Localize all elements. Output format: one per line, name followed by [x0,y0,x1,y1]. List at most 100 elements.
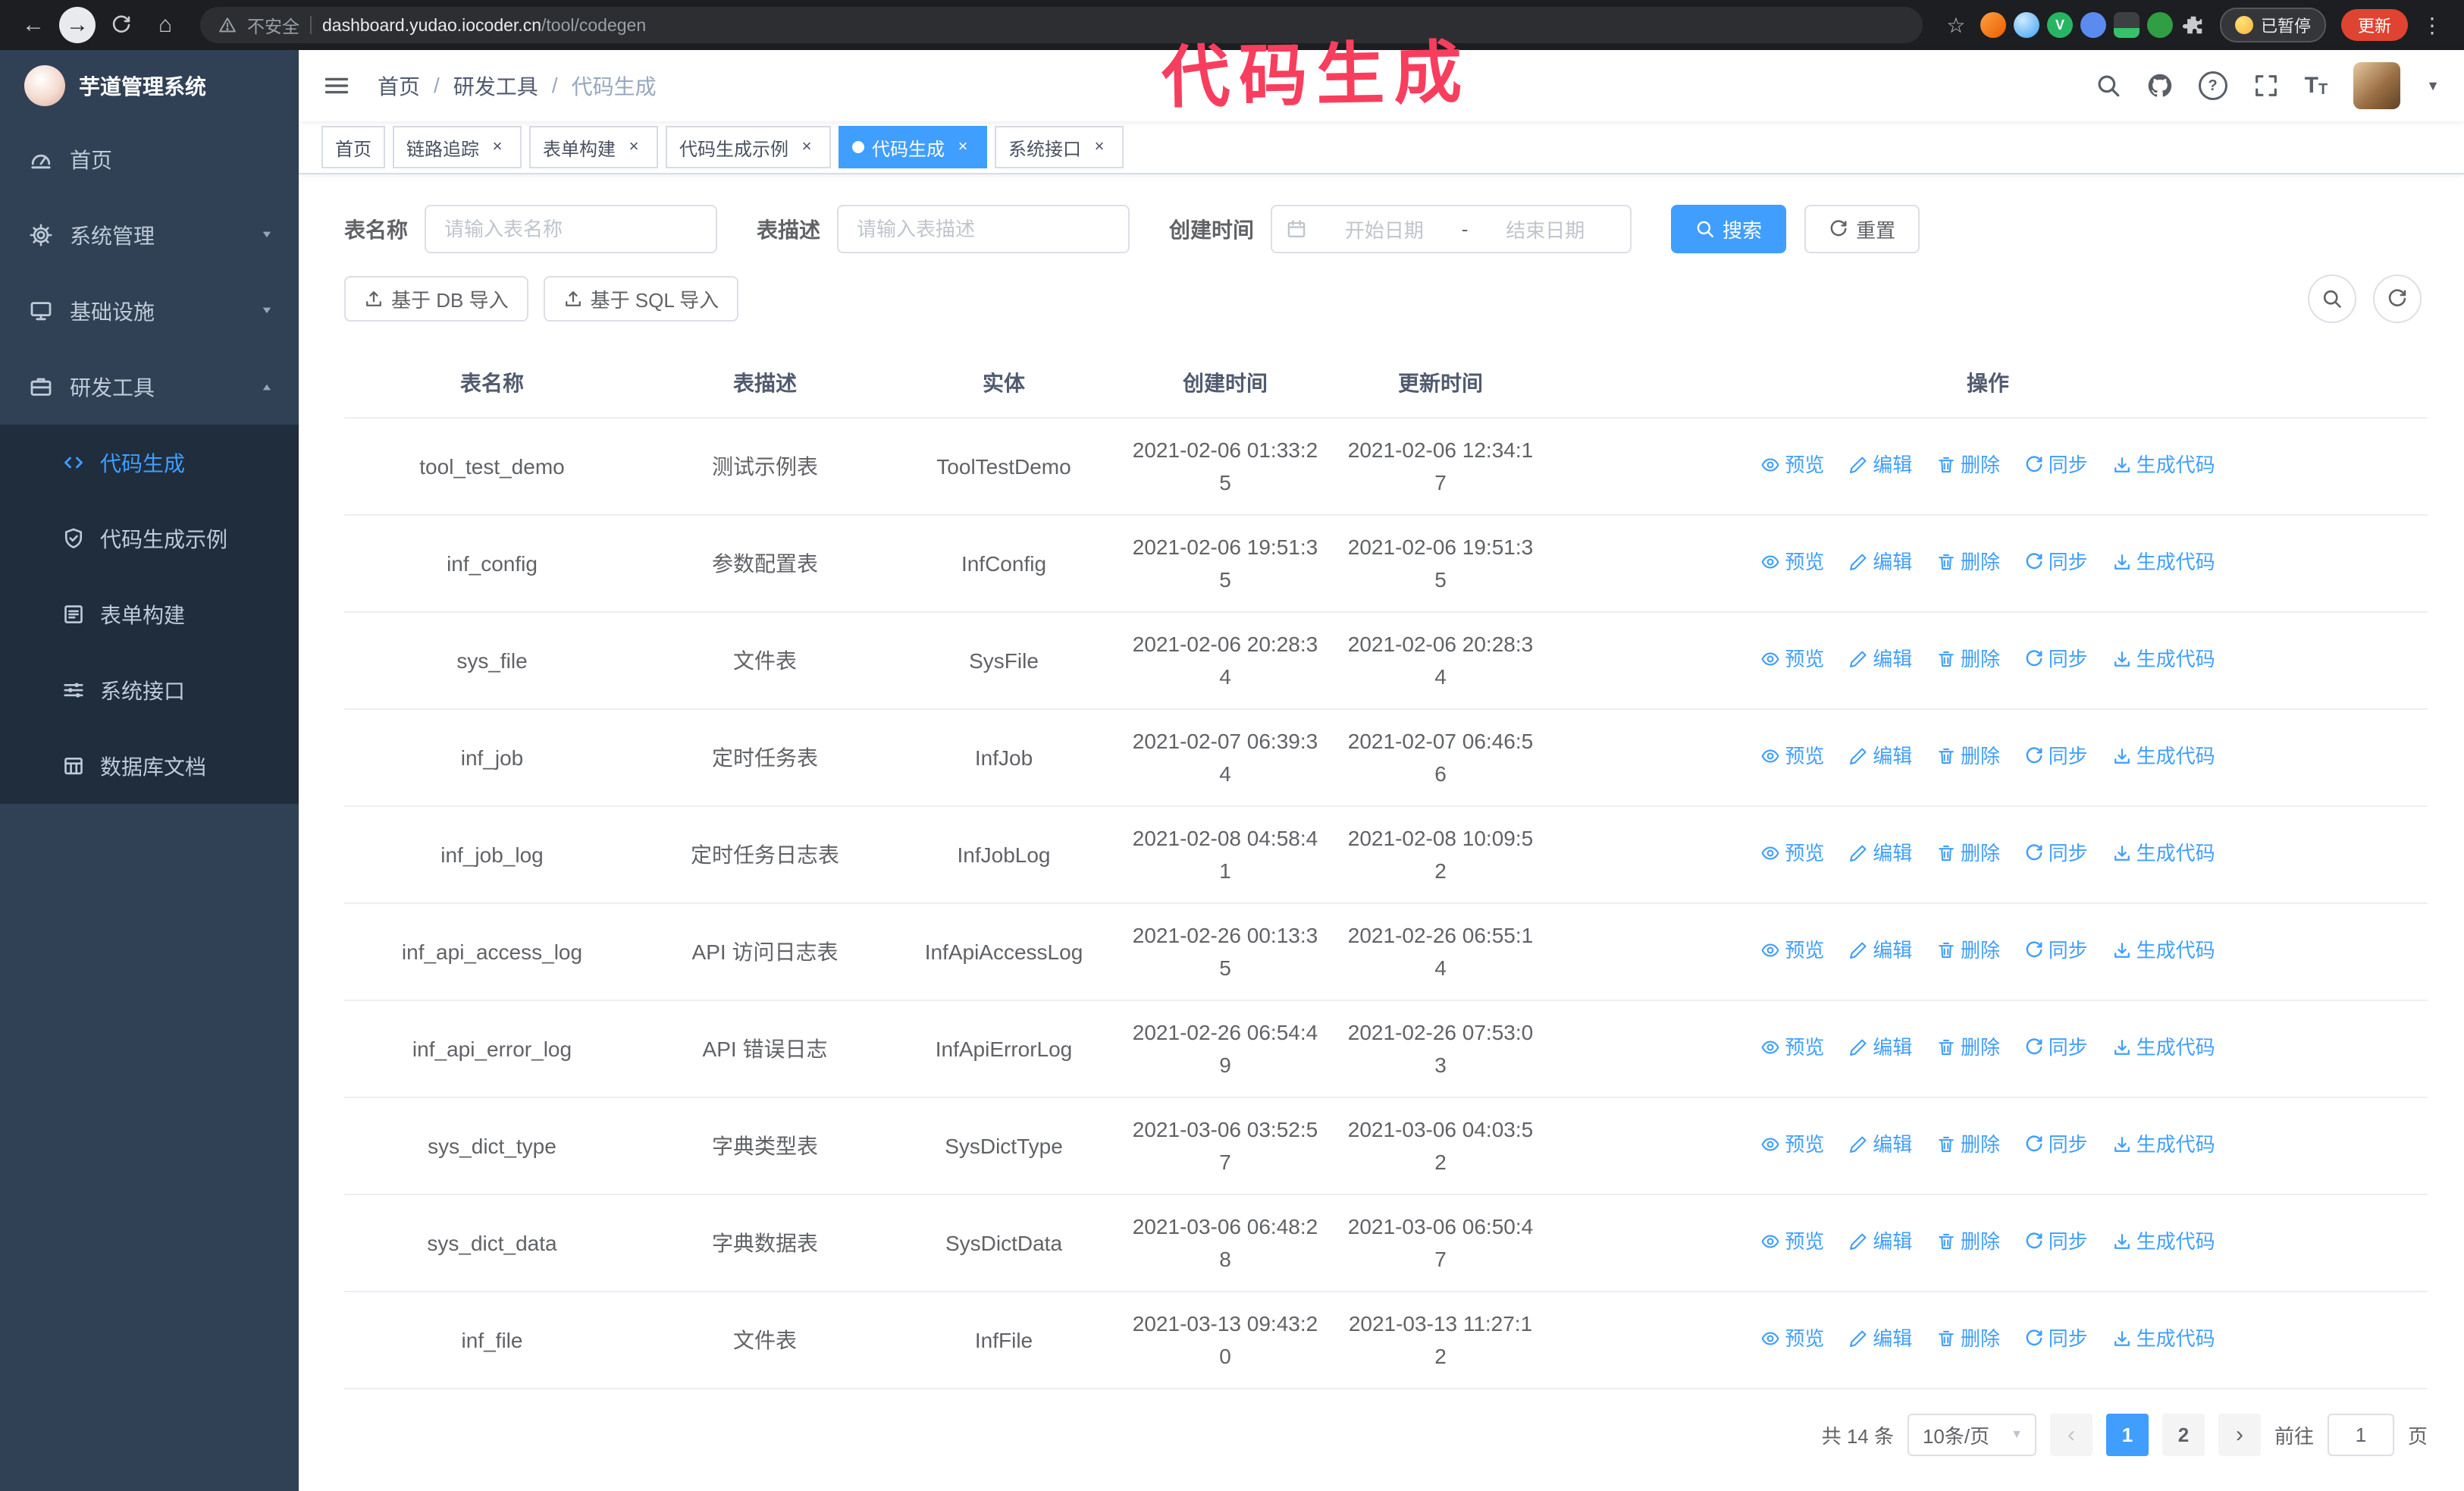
page-number-1[interactable]: 1 [2105,1414,2149,1456]
delete-link[interactable]: 删除 [1936,643,2000,676]
browser-update-button[interactable]: 更新 [2340,9,2408,41]
toggle-search-button[interactable] [2308,275,2356,323]
preview-link[interactable]: 预览 [1760,643,1824,676]
generate-code-link[interactable]: 生成代码 [2112,546,2215,579]
tab-form-builder[interactable]: 表单构建 × [529,126,658,168]
page-size-select[interactable]: 10条/页 ▼ [1907,1414,2036,1456]
font-size-icon[interactable]: TT [2305,73,2328,99]
search-button[interactable]: 搜索 [1671,205,1787,253]
sync-link[interactable]: 同步 [2024,1031,2088,1064]
edit-link[interactable]: 编辑 [1848,740,1912,773]
sidebar-item-home[interactable]: 首页 [0,121,299,197]
browser-reload-button[interactable] [103,7,140,43]
generate-code-link[interactable]: 生成代码 [2112,643,2215,676]
sync-link[interactable]: 同步 [2024,1128,2088,1161]
sidebar-subitem-system-api[interactable]: 系统接口 [0,652,299,728]
extension-icon-6[interactable] [2146,12,2173,38]
extension-icon-1[interactable] [1980,12,2006,38]
sidebar-subitem-codegen[interactable]: 代码生成 [0,425,299,501]
tab-codegen-example[interactable]: 代码生成示例 × [666,126,831,168]
edit-link[interactable]: 编辑 [1848,1031,1912,1064]
extension-icon-5[interactable] [2113,12,2140,38]
table-name-input[interactable] [425,205,718,253]
generate-code-link[interactable]: 生成代码 [2112,449,2215,482]
delete-link[interactable]: 删除 [1936,449,2000,482]
extension-icon-2[interactable] [2013,12,2039,38]
sidebar-subitem-codegen-example[interactable]: 代码生成示例 [0,501,299,576]
refresh-table-button[interactable] [2373,275,2422,323]
hamburger-icon[interactable] [323,71,353,101]
preview-link[interactable]: 预览 [1760,1031,1824,1064]
preview-link[interactable]: 预览 [1760,740,1824,773]
bookmark-star-icon[interactable]: ☆ [1939,8,1973,42]
tab-home[interactable]: 首页 [321,126,385,168]
generate-code-link[interactable]: 生成代码 [2112,934,2215,967]
reset-button[interactable]: 重置 [1804,205,1920,253]
import-sql-button[interactable]: 基于 SQL 导入 [543,276,739,322]
generate-code-link[interactable]: 生成代码 [2112,837,2215,870]
generate-code-link[interactable]: 生成代码 [2112,1226,2215,1258]
browser-forward-button[interactable]: → [59,7,96,43]
preview-link[interactable]: 预览 [1760,1226,1824,1258]
goto-page-input[interactable] [2327,1414,2394,1456]
extension-icon-3[interactable]: V [2046,12,2073,38]
sync-link[interactable]: 同步 [2024,449,2088,482]
preview-link[interactable]: 预览 [1760,546,1824,579]
tab-system-api[interactable]: 系统接口 × [995,126,1124,168]
preview-link[interactable]: 预览 [1760,1128,1824,1161]
sync-link[interactable]: 同步 [2024,934,2088,967]
sidebar-item-infrastructure[interactable]: 基础设施 ▼ [0,273,299,349]
edit-link[interactable]: 编辑 [1848,1323,1912,1355]
address-bar[interactable]: 不安全 dashboard.yudao.iocoder.cn/tool/code… [200,7,1923,43]
page-number-2[interactable]: 2 [2161,1414,2205,1456]
sidebar-subitem-form-builder[interactable]: 表单构建 [0,576,299,652]
edit-link[interactable]: 编辑 [1848,837,1912,870]
app-logo[interactable]: 芋道管理系统 [0,50,299,121]
sidebar-item-dev-tools[interactable]: 研发工具 ▼ [0,349,299,425]
tab-close-icon[interactable]: × [487,137,508,158]
browser-home-button[interactable]: ⌂ [147,7,183,43]
breadcrumb-item-devtools[interactable]: 研发工具 [453,71,538,101]
user-menu-caret-icon[interactable]: ▼ [2426,78,2440,94]
edit-link[interactable]: 编辑 [1848,643,1912,676]
date-range-picker[interactable]: 开始日期 - 结束日期 [1271,205,1632,253]
sidebar-subitem-database-doc[interactable]: 数据库文档 [0,728,299,804]
preview-link[interactable]: 预览 [1760,1323,1824,1355]
sync-link[interactable]: 同步 [2024,643,2088,676]
tab-trace[interactable]: 链路追踪 × [393,126,522,168]
delete-link[interactable]: 删除 [1936,1128,2000,1161]
edit-link[interactable]: 编辑 [1848,449,1912,482]
delete-link[interactable]: 删除 [1936,740,2000,773]
delete-link[interactable]: 删除 [1936,837,2000,870]
search-icon[interactable] [2096,73,2121,99]
preview-link[interactable]: 预览 [1760,837,1824,870]
user-avatar[interactable] [2353,62,2401,109]
extensions-puzzle-icon[interactable] [2180,12,2206,38]
browser-back-button[interactable]: ← [15,7,52,43]
generate-code-link[interactable]: 生成代码 [2112,1128,2215,1161]
browser-menu-icon[interactable]: ⋮ [2415,8,2449,42]
edit-link[interactable]: 编辑 [1848,1226,1912,1258]
preview-link[interactable]: 预览 [1760,934,1824,967]
fullscreen-icon[interactable] [2253,73,2279,99]
next-page-button[interactable]: › [2218,1414,2261,1456]
sidebar-item-system-management[interactable]: 系统管理 ▼ [0,197,299,273]
prev-page-button[interactable]: ‹ [2049,1414,2093,1456]
generate-code-link[interactable]: 生成代码 [2112,740,2215,773]
delete-link[interactable]: 删除 [1936,1226,2000,1258]
delete-link[interactable]: 删除 [1936,1323,2000,1355]
tab-close-icon[interactable]: × [796,137,817,158]
help-icon[interactable]: ? [2198,71,2227,100]
github-icon[interactable] [2147,73,2173,99]
tab-close-icon[interactable]: × [623,137,644,158]
delete-link[interactable]: 删除 [1936,934,2000,967]
sync-link[interactable]: 同步 [2024,837,2088,870]
sync-link[interactable]: 同步 [2024,740,2088,773]
tab-codegen[interactable]: 代码生成 × [839,126,987,168]
paused-badge[interactable]: 已暂停 [2219,8,2326,42]
edit-link[interactable]: 编辑 [1848,1128,1912,1161]
edit-link[interactable]: 编辑 [1848,934,1912,967]
table-desc-input[interactable] [837,205,1130,253]
tab-close-icon[interactable]: × [1089,137,1110,158]
extension-icon-4[interactable] [2080,12,2106,38]
